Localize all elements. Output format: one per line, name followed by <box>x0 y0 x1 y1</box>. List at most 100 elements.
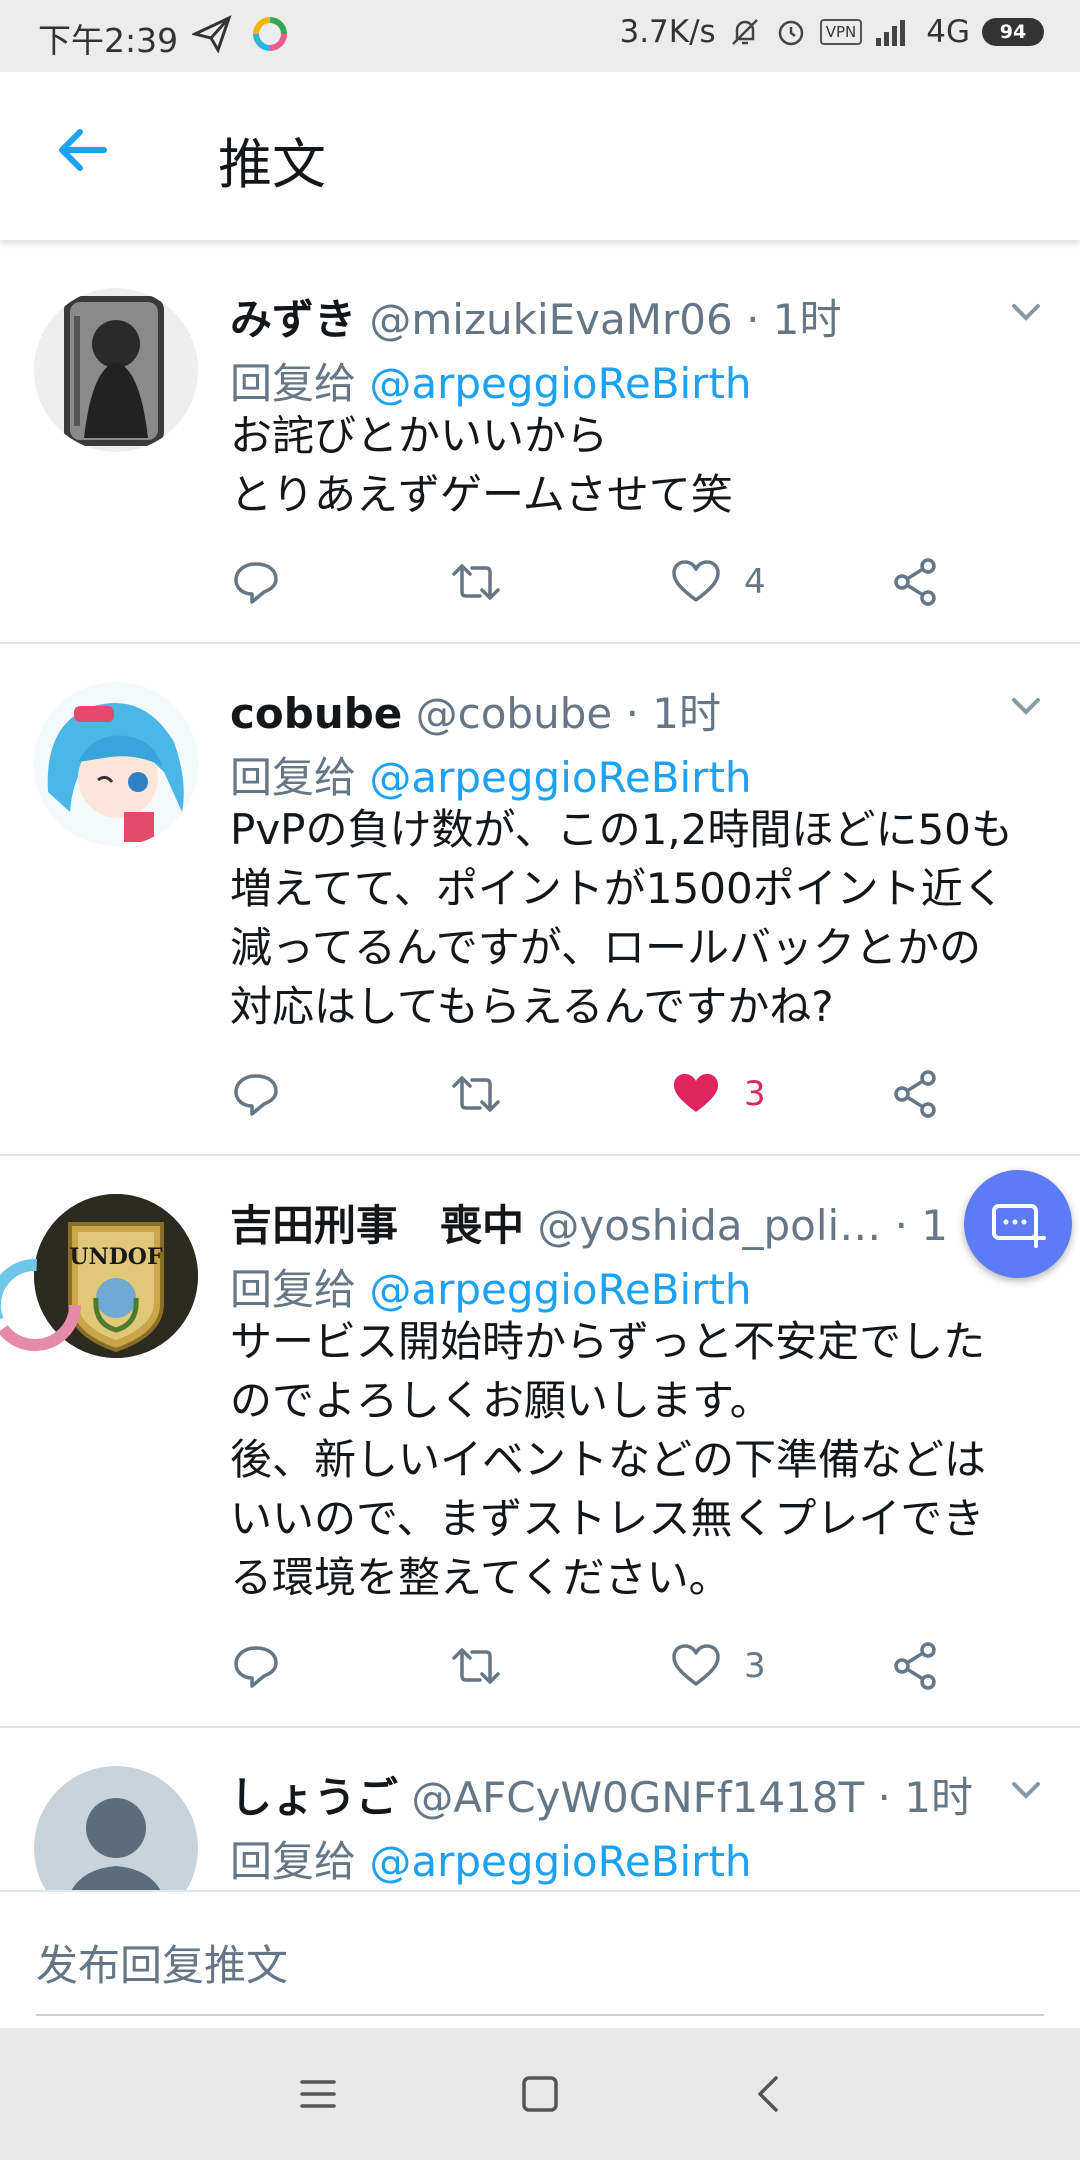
tweet-text: PvPの負け数が、この1,2時間ほどに50も 増えてて、ポイントが1500ポイン… <box>230 800 1040 1036</box>
status-time: 下午2:39 <box>38 21 179 60</box>
share-icon <box>894 1070 936 1118</box>
floating-assistant-icon[interactable] <box>0 1250 90 1360</box>
tweet-text-line: 増えてて、ポイントが1500ポイント近く <box>230 864 1005 913</box>
tweet-text-line: 後、新しいイベントなどの下準備などは <box>230 1435 987 1484</box>
reply-button[interactable] <box>230 552 282 612</box>
tweet-text-line: る環境を整えてください。 <box>230 1553 731 1602</box>
new-message-icon <box>992 1204 1046 1248</box>
like-count: 3 <box>744 1646 766 1686</box>
avatar[interactable] <box>34 1766 198 1890</box>
retweet-button[interactable] <box>450 1636 502 1696</box>
system-nav-bar <box>0 2028 1080 2160</box>
tweet-text-line: 減ってるんですが、ロールバックとかの <box>230 923 981 972</box>
reply-prefix: 回复给 <box>230 1265 357 1314</box>
avatar[interactable] <box>34 682 198 846</box>
avatar[interactable] <box>34 288 198 452</box>
compose-fab-button[interactable] <box>964 1170 1072 1278</box>
display-name[interactable]: しょうご <box>230 1773 398 1822</box>
tweet-time: · 1时 <box>625 689 721 738</box>
user-handle[interactable]: @yoshida_poli… <box>537 1201 881 1250</box>
net-speed: 3.7K/s <box>619 14 716 50</box>
display-name[interactable]: みずき <box>230 295 356 344</box>
tweet-header: しょうご @AFCyW0GNFf1418T · 1时 <box>230 1764 990 1825</box>
reply-button[interactable] <box>230 1064 282 1124</box>
page-title: 推文 <box>218 133 326 196</box>
chevron-down-icon[interactable] <box>1006 1770 1046 1810</box>
reply-mention-link[interactable]: @arpeggioReBirth <box>369 1837 751 1886</box>
reply-mention-link[interactable]: @arpeggioReBirth <box>369 359 751 408</box>
network-type: 4G <box>926 14 970 50</box>
home-square-icon[interactable] <box>510 2064 570 2124</box>
display-name[interactable]: 吉田刑事 喪中 <box>230 1201 524 1250</box>
retweet-button[interactable] <box>450 552 502 612</box>
reply-mention-link[interactable]: @arpeggioReBirth <box>369 753 751 802</box>
share-button[interactable] <box>890 552 942 612</box>
reply-mention-link[interactable]: @arpeggioReBirth <box>369 1265 751 1314</box>
chevron-down-icon[interactable] <box>1006 292 1046 332</box>
signal-icon <box>876 20 906 46</box>
heart-filled-icon <box>674 1074 718 1112</box>
battery-indicator: 94 <box>982 18 1044 46</box>
share-button[interactable] <box>890 1636 942 1696</box>
mute-bell-icon <box>731 19 758 45</box>
share-icon <box>894 1642 936 1690</box>
status-bar: 下午2:39 3.7K/s VPN 4G 94 <box>0 0 1080 72</box>
tweet-text-line: お詫びとかいいから <box>230 411 609 460</box>
paper-plane-icon <box>192 15 232 54</box>
alarm-icon <box>778 20 803 46</box>
share-icon <box>894 558 936 606</box>
reply-button[interactable] <box>230 1636 282 1696</box>
reply-icon <box>234 1074 278 1116</box>
display-name[interactable]: cobube <box>230 689 402 738</box>
like-button[interactable]: 4 <box>670 552 766 612</box>
tweet-item[interactable]: しょうご @AFCyW0GNFf1418T · 1时 回复给 @arpeggio… <box>0 1728 1080 1890</box>
tweet-time: · 1时 <box>877 1773 973 1822</box>
retweet-button[interactable] <box>450 1064 502 1124</box>
heart-outline-icon <box>672 560 720 602</box>
tweet-actions: 3 <box>230 1064 960 1124</box>
like-button[interactable]: 3 <box>670 1064 766 1124</box>
default-avatar-icon <box>71 1798 161 1890</box>
tweet-text-line: のでよろしくお願いします。 <box>230 1376 772 1425</box>
tweet-text-line: サービス開始時からずっと不安定でした <box>230 1317 986 1366</box>
user-handle[interactable]: @AFCyW0GNFf1418T <box>411 1773 864 1822</box>
reply-icon <box>234 1646 278 1688</box>
reply-icon <box>234 562 278 604</box>
chevron-down-icon[interactable] <box>1006 686 1046 726</box>
reply-prefix: 回复给 <box>230 359 357 408</box>
avatar-image <box>34 682 198 846</box>
back-arrow-icon[interactable] <box>52 118 116 182</box>
tweet-item[interactable]: UNDOF 吉田刑事 喪中 @yoshida_poli… · 1时 回复给 @a… <box>0 1156 1080 1728</box>
like-count: 4 <box>744 562 766 602</box>
input-underline <box>36 2014 1044 2016</box>
tweet-item[interactable]: みずき @mizukiEvaMr06 · 1时 回复给 @arpeggioReB… <box>0 250 1080 644</box>
menu-icon[interactable] <box>288 2064 348 2124</box>
user-handle[interactable]: @mizukiEvaMr06 <box>369 295 732 344</box>
reply-compose-bar[interactable]: 发布回复推文 <box>0 1890 1080 2030</box>
reply-to-line: 回复给 @arpeggioReBirth <box>230 350 752 411</box>
share-button[interactable] <box>890 1064 942 1124</box>
reply-input[interactable]: 发布回复推文 <box>36 1932 288 1993</box>
retweet-icon <box>452 1076 500 1112</box>
tweet-actions: 3 <box>230 1636 960 1696</box>
tweet-time: · 1时 <box>894 1201 950 1250</box>
retweet-icon <box>452 1648 500 1684</box>
tweet-text-line: PvPの負け数が、この1,2時間ほどに50も <box>230 805 1013 854</box>
tweet-time: · 1时 <box>746 295 842 344</box>
reply-to-line: 回复给 @arpeggioReBirth <box>230 1828 752 1889</box>
tweet-actions: 4 <box>230 552 960 612</box>
top-app-bar: 推文 <box>0 72 1080 240</box>
user-handle[interactable]: @cobube <box>416 689 613 738</box>
tweet-header: 吉田刑事 喪中 @yoshida_poli… · 1时 <box>230 1192 950 1253</box>
reply-list[interactable]: みずき @mizukiEvaMr06 · 1时 回复给 @arpeggioReB… <box>0 250 1080 1890</box>
back-chevron-icon[interactable] <box>740 2064 800 2124</box>
reply-to-line: 回复给 @arpeggioReBirth <box>230 1256 752 1317</box>
retweet-icon <box>452 564 500 600</box>
tweet-item[interactable]: cobube @cobube · 1时 回复给 @arpeggioReBirth… <box>0 644 1080 1156</box>
reply-prefix: 回复给 <box>230 753 357 802</box>
tweet-text: お詫びとかいいから とりあえずゲームさせて笑 <box>230 406 1040 524</box>
like-count: 3 <box>744 1074 766 1114</box>
tweet-text-line: いいので、まずストレス無くプレイでき <box>230 1494 985 1543</box>
like-button[interactable]: 3 <box>670 1636 766 1696</box>
tweet-text-line: 対応はしてもらえるんですかね? <box>230 982 834 1031</box>
